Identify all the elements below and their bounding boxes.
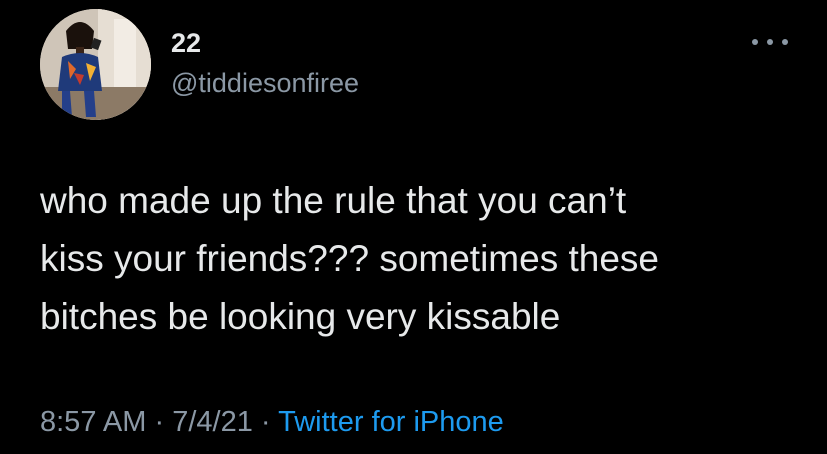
- tweet-text-line: who made up the rule that you can’t: [40, 180, 627, 221]
- tweet-date[interactable]: 7/4/21: [172, 406, 253, 438]
- tweet-time[interactable]: 8:57 AM: [40, 406, 146, 438]
- tweet-text: who made up the rule that you can’t kiss…: [40, 172, 810, 346]
- more-options-icon[interactable]: [752, 34, 788, 50]
- tweet-text-line: kiss your friends??? sometimes these: [40, 238, 659, 279]
- tweet-text-line: bitches be looking very kissable: [40, 296, 561, 337]
- dot: [782, 39, 788, 45]
- tweet-meta: 8:57 AM · 7/4/21 · Twitter for iPhone: [40, 404, 504, 440]
- tweet-source-link[interactable]: Twitter for iPhone: [278, 406, 504, 438]
- avatar[interactable]: [40, 9, 151, 120]
- display-name[interactable]: 22: [171, 27, 201, 59]
- meta-separator: ·: [260, 406, 271, 438]
- user-handle[interactable]: @tiddiesonfiree: [171, 67, 359, 99]
- tweet-card: 22 @tiddiesonfiree who made up the rule …: [0, 0, 827, 454]
- dot: [767, 39, 773, 45]
- meta-separator: ·: [154, 406, 165, 438]
- dot: [752, 39, 758, 45]
- profile-photo-icon: [40, 9, 151, 120]
